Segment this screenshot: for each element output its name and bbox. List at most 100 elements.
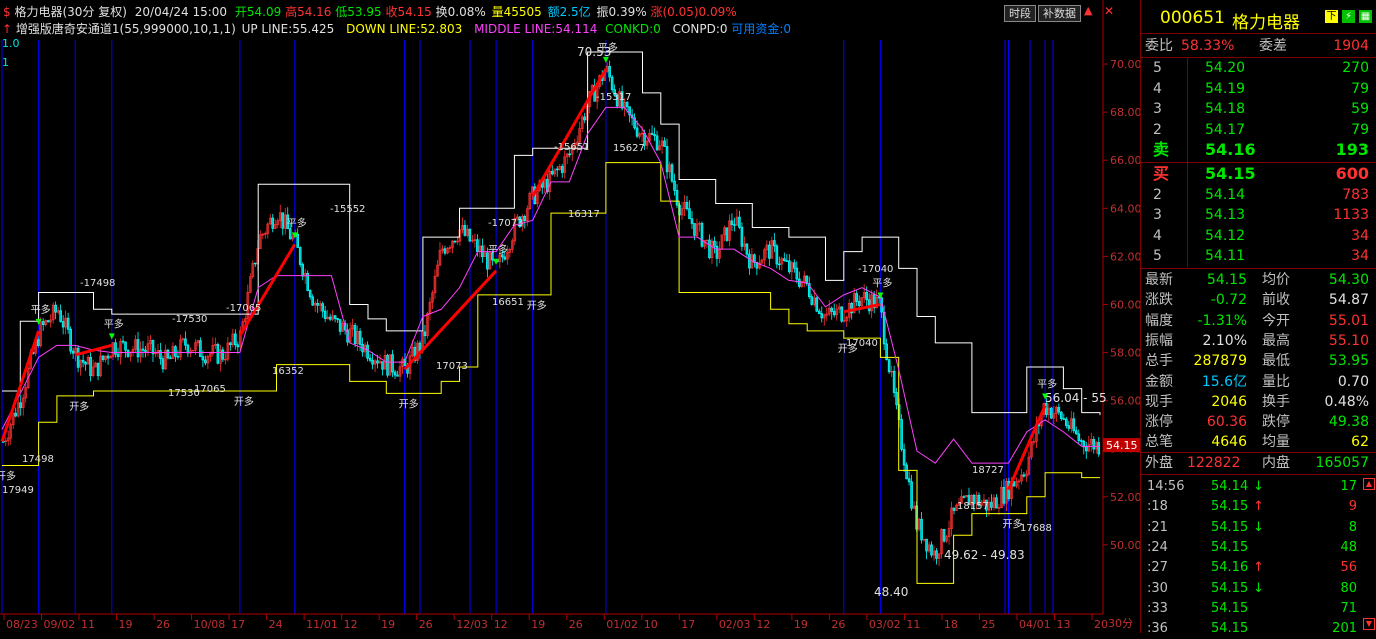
candle <box>186 344 190 354</box>
stat-value: 0.70 <box>1337 373 1369 390</box>
candle <box>36 339 40 346</box>
candle <box>555 168 559 171</box>
bid-level-3[interactable]: 4 54.12 34 <box>1141 226 1376 246</box>
candle <box>124 341 127 351</box>
candle <box>1057 407 1061 413</box>
candle <box>550 170 554 175</box>
candle <box>166 349 170 359</box>
level-price: 54.18 <box>1205 101 1246 117</box>
date-tick-label: 17 <box>681 618 695 631</box>
date-tick-label: 12 <box>494 618 508 631</box>
level-label: 5 <box>1153 60 1162 76</box>
stat-label: 均量 <box>1262 434 1290 451</box>
candle <box>523 216 527 221</box>
candle <box>1092 439 1096 450</box>
ask-level-2[interactable]: 3 54.18 59 <box>1141 99 1376 119</box>
indicator-name[interactable]: 增强版唐奇安通道1(55,999000,10,1,1) <box>16 22 236 36</box>
candle <box>418 342 422 352</box>
level-price: 54.12 <box>1205 227 1246 244</box>
stat-label: 最高 <box>1262 332 1290 349</box>
close-long-marker: 平多 <box>104 317 124 330</box>
order-diff: 1904 <box>1333 38 1369 54</box>
bid-level-0[interactable]: 买 54.15 600 <box>1141 164 1376 184</box>
stat-label: 总手 <box>1145 353 1173 370</box>
grid-icon[interactable]: ▦ <box>1359 10 1372 23</box>
candle <box>308 290 312 298</box>
kline-chart[interactable]: 70.00 68.00 66.00 64.00 62.00 60.00 58.00 56.00… <box>0 0 1140 633</box>
price-tick-label: 62.00 <box>1110 250 1140 263</box>
candle <box>453 240 457 243</box>
price-tick-label: 52.00 <box>1110 491 1140 504</box>
tick-volume: 9 <box>1348 499 1357 515</box>
bid-level-2[interactable]: 3 54.13 1133 <box>1141 205 1376 225</box>
level-volume: 79 <box>1351 80 1369 97</box>
tick-direction-icon: ↓ <box>1253 479 1264 494</box>
stat-value: 49.38 <box>1328 414 1369 431</box>
signal-label: -15651 <box>554 142 589 153</box>
candle <box>1060 411 1063 420</box>
ask-level-3[interactable]: 2 54.17 79 <box>1141 120 1376 140</box>
stat-row: 现手 2046 换手 0.48% <box>1141 392 1376 412</box>
time-period-button[interactable]: 时段 <box>1004 5 1036 22</box>
range-label-high: 56.04 - 55 <box>1045 391 1107 405</box>
signal-label: 17065 <box>194 384 226 395</box>
date-tick-label: 19 <box>381 618 395 631</box>
volume: 量45505 <box>491 5 542 19</box>
date-tick-label: 24 <box>269 618 283 631</box>
open-long-marker: 开多 <box>399 397 419 410</box>
candle <box>96 362 100 377</box>
stat-label: 均价 <box>1262 272 1290 288</box>
candle <box>653 134 656 137</box>
down-line <box>2 162 1100 584</box>
refresh-icon[interactable]: ⚡ <box>1342 10 1355 23</box>
candle <box>41 321 45 325</box>
signal-segment <box>1007 404 1047 491</box>
quote-info-bar: $ 格力电器(30分 复权) 20/04/24 15:00 开54.09 高54… <box>0 3 1000 21</box>
candle <box>1079 440 1083 442</box>
down-line-value: DOWN LINE:52.803 <box>346 22 463 36</box>
bid-level-1[interactable]: 2 54.14 783 <box>1141 185 1376 205</box>
fill-data-button[interactable]: 补数据 <box>1038 5 1081 22</box>
candle <box>930 544 933 556</box>
conkd-value: CONKD:0 <box>605 22 661 36</box>
ask-level-1[interactable]: 4 54.19 79 <box>1141 79 1376 99</box>
candle <box>865 292 868 301</box>
indicator-bar: ↑ 增强版唐奇安通道1(55,999000,10,1,1) UP LINE:55… <box>2 21 791 37</box>
candle <box>281 212 285 229</box>
stock-title: 格力电器(30分 复权) <box>14 5 127 19</box>
signal-label: -17073 <box>488 218 523 229</box>
candle <box>902 449 906 466</box>
tick-price: 54.15 <box>1211 499 1249 515</box>
close-icon[interactable]: ✕ <box>1104 4 1114 18</box>
tick-row: :21 54.15 ↓ 8 <box>1147 518 1376 538</box>
scale-label: 1 <box>2 56 9 69</box>
candle <box>423 331 427 336</box>
turnover: 换0.08% <box>435 5 486 19</box>
candle <box>1084 446 1088 452</box>
candle <box>221 349 225 360</box>
bid-level-4[interactable]: 5 54.11 34 <box>1141 246 1376 266</box>
price-tick-label: 50.00 <box>1110 539 1140 552</box>
blue-signal-lines <box>1 40 1054 614</box>
open-long-marker: 开多 <box>234 395 254 408</box>
tick-time: :36 <box>1147 621 1168 637</box>
tick-time: :21 <box>1147 519 1168 535</box>
signal-label: 16651 <box>492 297 524 308</box>
candle <box>740 226 744 247</box>
tick-row: :18 54.15 ↑ 9 <box>1147 497 1376 517</box>
candle <box>443 248 447 254</box>
stat-value: -0.72 <box>1210 292 1247 309</box>
candle <box>381 361 384 370</box>
candle <box>738 216 741 228</box>
candle <box>338 319 342 332</box>
ask-level-0[interactable]: 5 54.20 270 <box>1141 58 1376 78</box>
price-tick-label: 70.00 <box>1110 58 1140 71</box>
ask-level-4[interactable]: 卖 54.16 193 <box>1141 140 1376 160</box>
tick-row: :27 54.16 ↑ 56 <box>1147 558 1376 578</box>
stat-value: -1.31% <box>1197 312 1247 329</box>
flag-icon[interactable]: 下 <box>1325 10 1338 23</box>
scroll-up-icon[interactable]: ▲ <box>1084 4 1092 17</box>
candle <box>84 361 87 365</box>
candle <box>855 293 858 302</box>
candle <box>1050 407 1053 419</box>
